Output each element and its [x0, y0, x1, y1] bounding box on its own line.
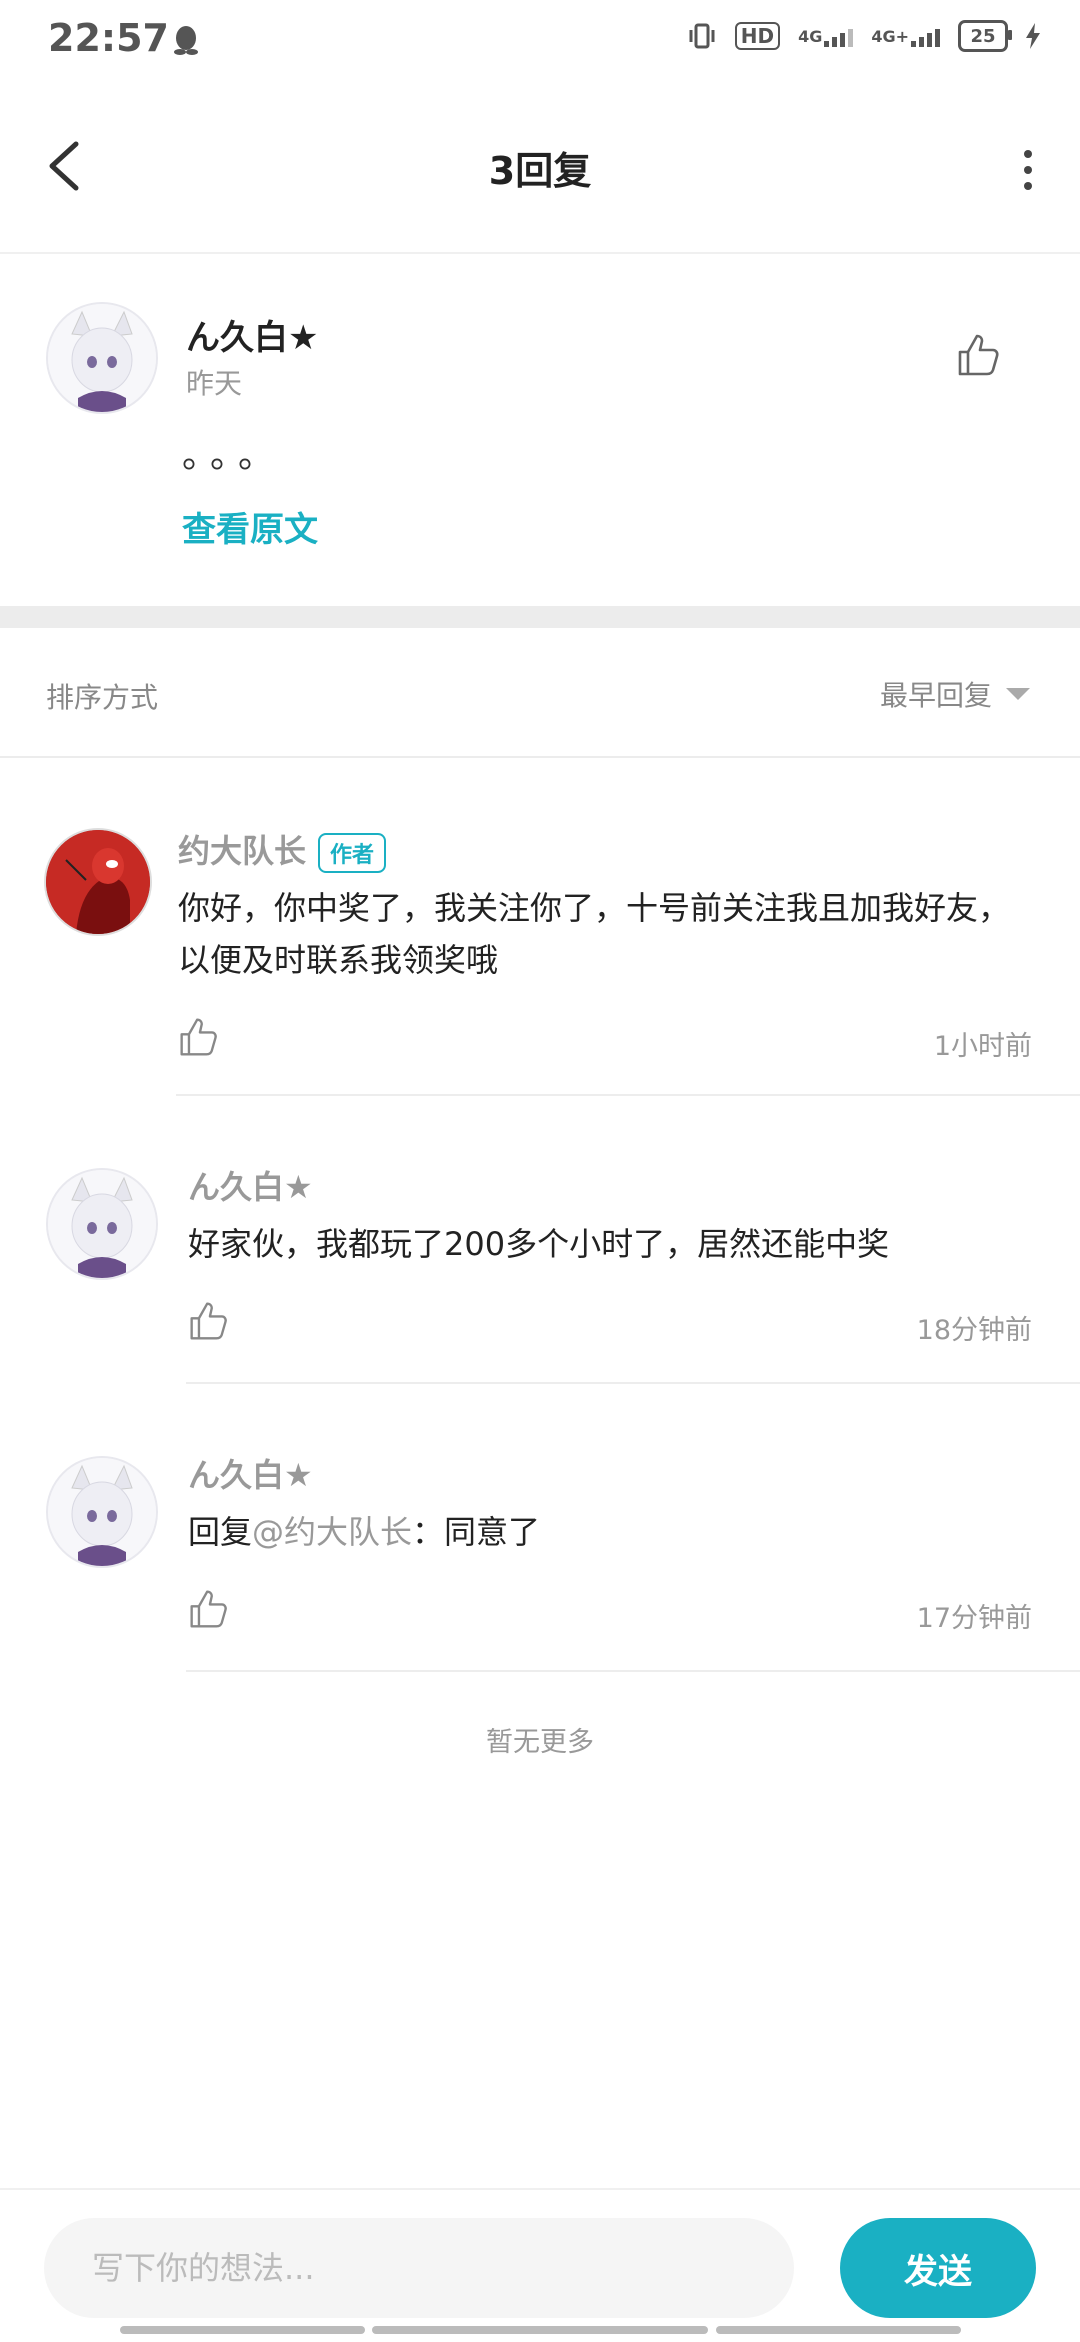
more-options-icon[interactable] [1020, 150, 1036, 190]
signal-2: 4G+ [871, 25, 940, 47]
anime-avatar-icon [48, 1170, 156, 1278]
comment-text: 。。。 [182, 435, 285, 476]
reply-time: 18分钟前 [916, 1315, 1032, 1346]
battery-icon: 25 [958, 20, 1012, 52]
nav-segment [372, 2326, 708, 2334]
reply-text: 回复@约大队长：同意了 [188, 1506, 1008, 1558]
avatar[interactable] [46, 1168, 158, 1280]
signal-bars-icon [824, 25, 854, 47]
reply-body: ：同意了 [412, 1513, 541, 1551]
reply-author[interactable]: ん久白★ [188, 1450, 313, 1496]
status-time: 22:57 [48, 16, 169, 60]
reply-prefix: 回复 [188, 1513, 253, 1551]
thumbs-up-icon[interactable] [956, 332, 1002, 378]
top-nav: 3回复 [0, 80, 1080, 254]
reply-text: 好家伙，我都玩了200多个小时了，居然还能中奖 [188, 1225, 890, 1263]
original-comment: ん久白★ 昨天 。。。 查看原文 [0, 254, 1080, 606]
network-type-1: 4G [798, 26, 823, 46]
no-more-text: 暂无更多 [486, 1727, 594, 1758]
page-title: 3回复 [488, 149, 592, 193]
status-bar: 22:57 HD 4G 4G+ 25 [0, 0, 1080, 80]
hd-badge: HD [734, 22, 781, 50]
nav-segment [716, 2326, 961, 2334]
anime-avatar-icon [48, 304, 156, 412]
divider [186, 1670, 1080, 1672]
thumbs-up-icon[interactable] [188, 1300, 230, 1342]
author-badge: 作者 [318, 833, 387, 873]
reply-author-name: 约大队长 [178, 832, 307, 870]
reply-item: ん久白★ 好家伙，我都玩了200多个小时了，居然还能中奖 18分钟前 [0, 1096, 1080, 1384]
chevron-down-icon [1006, 688, 1030, 700]
comment-input[interactable] [44, 2218, 794, 2318]
send-button[interactable]: 发送 [840, 2218, 1036, 2318]
comment-input-bar: 发送 [0, 2188, 1080, 2342]
gesture-nav-bar [0, 2322, 1080, 2340]
signal-bars-icon [911, 25, 940, 47]
reply-time: 1小时前 [933, 1031, 1032, 1062]
avatar[interactable] [46, 302, 158, 414]
status-icons: HD 4G 4G+ 25 [687, 20, 1040, 52]
reply-author[interactable]: 约大队长 作者 [178, 826, 387, 873]
qq-icon [174, 26, 198, 55]
vibrate-icon [689, 23, 715, 49]
comment-date: 昨天 [186, 367, 243, 400]
section-divider [0, 606, 1080, 628]
anime-avatar-icon [48, 1458, 156, 1566]
sort-bar: 排序方式 最早回复 [0, 628, 1080, 758]
sort-selected: 最早回复 [879, 679, 992, 712]
spiderman-avatar-icon [46, 830, 150, 934]
mention-link[interactable]: @约大队长 [252, 1513, 412, 1551]
battery-level: 25 [970, 25, 996, 47]
reply-author[interactable]: ん久白★ [188, 1162, 313, 1208]
thumbs-up-icon[interactable] [178, 1016, 220, 1058]
network-type-2: 4G+ [871, 26, 909, 46]
sort-dropdown[interactable]: 最早回复 [880, 674, 1030, 714]
signal-1: 4G [798, 25, 854, 47]
comment-author[interactable]: ん久白★ [186, 310, 318, 359]
charging-icon [1026, 23, 1040, 49]
avatar[interactable] [46, 1456, 158, 1568]
avatar[interactable] [44, 828, 152, 936]
reply-item: ん久白★ 回复@约大队长：同意了 17分钟前 [0, 1384, 1080, 1672]
thumbs-up-icon[interactable] [188, 1588, 230, 1630]
nav-segment [120, 2326, 365, 2334]
sort-label: 排序方式 [46, 681, 159, 714]
reply-time: 17分钟前 [916, 1603, 1032, 1634]
view-original-link[interactable]: 查看原文 [182, 502, 318, 551]
reply-text: 你好，你中奖了，我关注你了，十号前关注我且加我好友，以便及时联系我领奖哦 [178, 889, 1011, 979]
reply-item: 约大队长 作者 你好，你中奖了，我关注你了，十号前关注我且加我好友，以便及时联系我… [0, 756, 1080, 1096]
